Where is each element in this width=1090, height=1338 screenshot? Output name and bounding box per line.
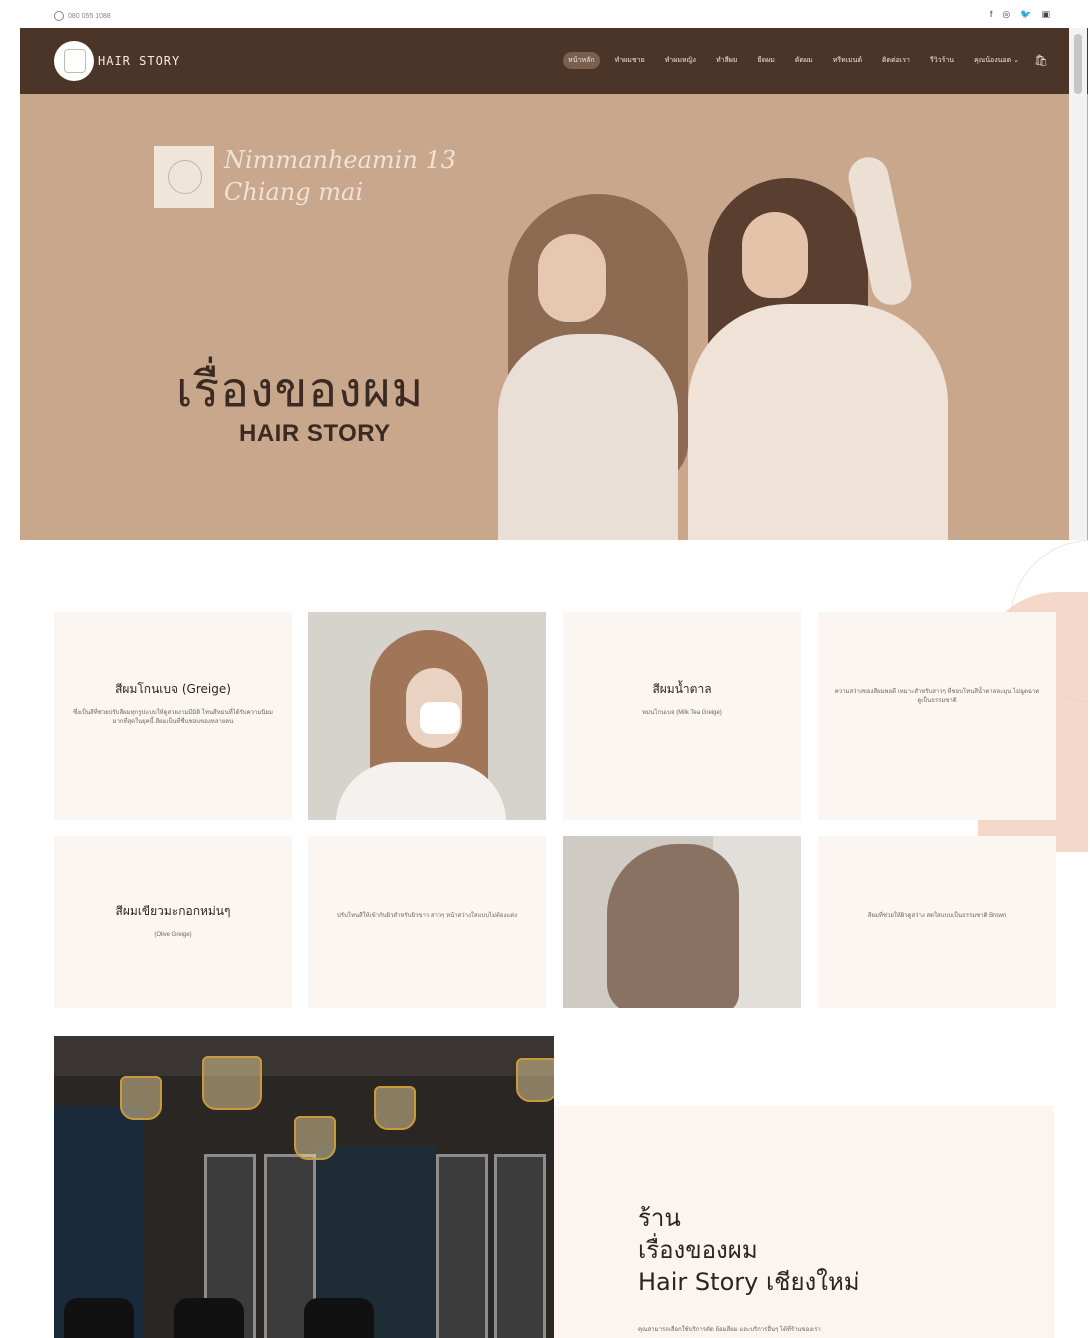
card-title: สีผมน้ำตาล (652, 682, 712, 696)
card-title: สีผมเขียวมะกอกหม่นๆ (115, 904, 231, 918)
hero-title-thai: เรื่องของผม (176, 362, 425, 418)
hero-location: Nimmanheamin 13 Chiang mai (224, 144, 456, 208)
logo-text[interactable]: HAIR STORY (98, 54, 180, 68)
page-frame: 080 055 1088 f ◎ 🐦 ▣ HAIR STORY หน้าหลัก… (20, 0, 1088, 1338)
hair-photo-greige (308, 612, 546, 820)
top-bar: 080 055 1088 f ◎ 🐦 ▣ (20, 0, 1088, 28)
facebook-icon[interactable]: f (990, 9, 993, 20)
nav-item-color[interactable]: ทำสีผม (711, 52, 743, 69)
model-right-body (688, 304, 948, 540)
phone-contact[interactable]: 080 055 1088 (54, 11, 111, 21)
hero-location-line2: Chiang mai (224, 178, 363, 206)
color-card-brown[interactable]: สีผมน้ำตาล หม่นโกนเบจ (Milk Tea Greige) (563, 612, 801, 820)
card-text: สีผมที่ช่วยให้ผิวดูสว่าง สดใสแบบเป็นธรรม… (867, 913, 1007, 919)
color-card-ash-info: สีผมที่ช่วยให้ผิวดูสว่าง สดใสแบบเป็นธรรม… (818, 836, 1056, 1008)
card-text: ความสว่างของสีผมพอดี เหมาะสำหรับสาวๆ ที่… (834, 689, 1040, 704)
twitter-icon[interactable]: 🐦 (1020, 9, 1031, 20)
card-text: ซึ่งเป็นสีที่ช่วยปรับสีผมทุกรูปแบบให้ดูส… (73, 710, 273, 725)
hero-banner: Nimmanheamin 13 Chiang mai เรื่องของผม H… (20, 94, 1088, 540)
logo-icon[interactable] (54, 41, 94, 81)
main-nav: หน้าหลัก ทำผมชาย ทำผมหญิง ทำสีผม ยืดผม ด… (563, 52, 1048, 69)
youtube-icon[interactable]: ▣ (1041, 9, 1050, 20)
card-text: (Olive Greige) (154, 932, 192, 938)
instagram-icon[interactable]: ◎ (1002, 9, 1010, 20)
model-left-body (498, 334, 678, 540)
salon-interior-photo (54, 1036, 554, 1338)
model-left-face (538, 234, 606, 322)
nav-item-straighten[interactable]: ยืดผม (753, 52, 780, 69)
social-links: f ◎ 🐦 ▣ (990, 9, 1050, 20)
card-text: หม่นโกนเบจ (Milk Tea Greige) (642, 710, 722, 716)
hair-photo-ash (563, 836, 801, 1008)
about-heading-line1: ร้าน (638, 1204, 681, 1232)
phone-icon (54, 11, 64, 21)
nav-item-contact[interactable]: ติดต่อเรา (877, 52, 915, 69)
nav-item-account[interactable]: คุณน้องนอต (969, 52, 1024, 69)
card-text: ปรับโทนสีให้เข้ากับผิวสำหรับผิวขาว สาวๆ … (336, 913, 518, 919)
card-title: สีผมโกนเบจ (Greige) (115, 682, 231, 696)
cart-icon[interactable]: 🛍 (1034, 54, 1048, 68)
nav-item-treatment[interactable]: ทรีทเมนต์ (828, 52, 867, 69)
page-scrollbar[interactable] (1069, 28, 1087, 540)
about-section: ร้าน เรื่องของผม Hair Story เชียงใหม่ คุ… (554, 1106, 1054, 1338)
about-heading: ร้าน เรื่องของผม Hair Story เชียงใหม่ (638, 1202, 860, 1298)
site-header: HAIR STORY หน้าหลัก ทำผมชาย ทำผมหญิง ทำส… (20, 28, 1088, 94)
color-card-greige[interactable]: สีผมโกนเบจ (Greige) ซึ่งเป็นสีที่ช่วยปรั… (54, 612, 292, 820)
nav-item-men[interactable]: ทำผมชาย (610, 52, 650, 69)
color-card-brown-info: ความสว่างของสีผมพอดี เหมาะสำหรับสาวๆ ที่… (818, 612, 1056, 820)
model-right-face (742, 212, 808, 298)
salon-logo-badge (154, 146, 214, 208)
scrollbar-thumb[interactable] (1074, 34, 1082, 94)
about-description: คุณสามารถเลือกใช้บริการตัด ย้อมสีผม และบ… (638, 1327, 821, 1333)
phone-number: 080 055 1088 (68, 12, 111, 20)
nav-item-home[interactable]: หน้าหลัก (563, 52, 600, 69)
color-card-olive-info: ปรับโทนสีให้เข้ากับผิวสำหรับผิวขาว สาวๆ … (308, 836, 546, 1008)
nav-item-women[interactable]: ทำผมหญิง (660, 52, 701, 69)
hero-location-line1: Nimmanheamin 13 (224, 146, 456, 174)
nav-item-perm[interactable]: ดัดผม (790, 52, 818, 69)
color-card-olive[interactable]: สีผมเขียวมะกอกหม่นๆ (Olive Greige) (54, 836, 292, 1008)
nav-item-reviews[interactable]: รีวิวร้าน (925, 52, 959, 69)
about-heading-line3: Hair Story เชียงใหม่ (638, 1268, 860, 1296)
about-heading-line2: เรื่องของผม (638, 1236, 758, 1264)
hero-title-english: HAIR STORY (239, 420, 391, 447)
